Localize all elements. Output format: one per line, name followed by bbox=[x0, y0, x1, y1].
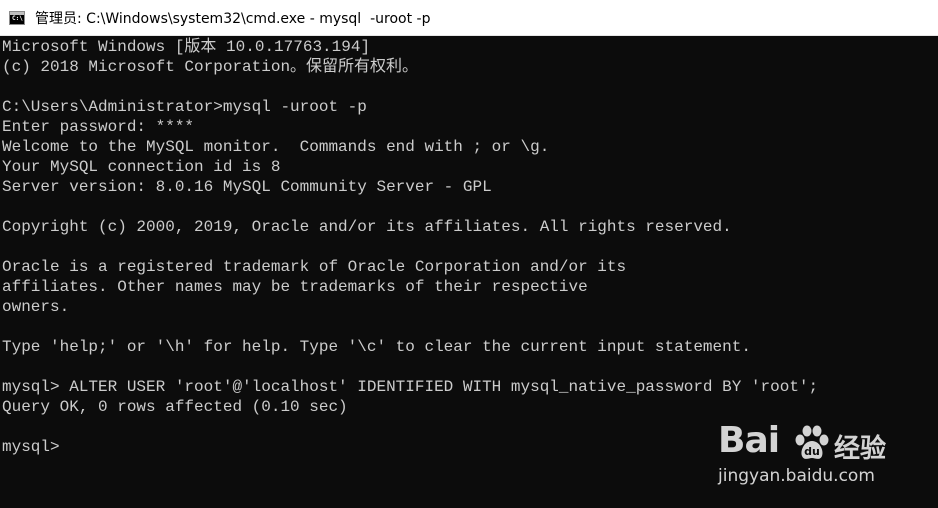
cmd-window: C:\ 管理员: C:\Windows\system32\cmd.exe - m… bbox=[0, 0, 938, 508]
console-line: Query OK, 0 rows affected (0.10 sec) bbox=[2, 398, 348, 416]
console-line: Your MySQL connection id is 8 bbox=[2, 158, 281, 176]
console-line: C:\Users\Administrator>mysql -uroot -p bbox=[2, 98, 367, 116]
baidu-jingyan-watermark: Bai du 经验 jingyan.baidu.com bbox=[718, 420, 888, 490]
console-line: owners. bbox=[2, 298, 70, 316]
svg-text:du: du bbox=[804, 445, 820, 458]
console-line: Copyright (c) 2000, 2019, Oracle and/or … bbox=[2, 218, 732, 236]
cmd-icon: C:\ bbox=[9, 10, 25, 25]
console-line: Server version: 8.0.16 MySQL Community S… bbox=[2, 178, 492, 196]
window-title: 管理员: C:\Windows\system32\cmd.exe - mysql… bbox=[35, 10, 431, 27]
console-line: Type 'help;' or '\h' for help. Type '\c'… bbox=[2, 338, 751, 356]
watermark-brand-right: 经验 bbox=[834, 434, 887, 464]
title-bar[interactable]: C:\ 管理员: C:\Windows\system32\cmd.exe - m… bbox=[0, 0, 938, 36]
watermark-url: jingyan.baidu.com bbox=[718, 466, 875, 486]
console-line: Enter password: **** bbox=[2, 118, 195, 136]
console-line: Oracle is a registered trademark of Orac… bbox=[2, 258, 627, 276]
watermark-brand-left: Bai bbox=[718, 420, 780, 461]
console-line: mysql> ALTER USER 'root'@'localhost' IDE… bbox=[2, 378, 819, 396]
baidu-paw-icon: du bbox=[795, 425, 829, 459]
console-line: affiliates. Other names may be trademark… bbox=[2, 278, 588, 296]
console-line: (c) 2018 Microsoft Corporation。保留所有权利。 bbox=[2, 58, 419, 76]
console-line: Microsoft Windows [版本 10.0.17763.194] bbox=[2, 38, 371, 56]
console-line: Welcome to the MySQL monitor. Commands e… bbox=[2, 138, 550, 156]
